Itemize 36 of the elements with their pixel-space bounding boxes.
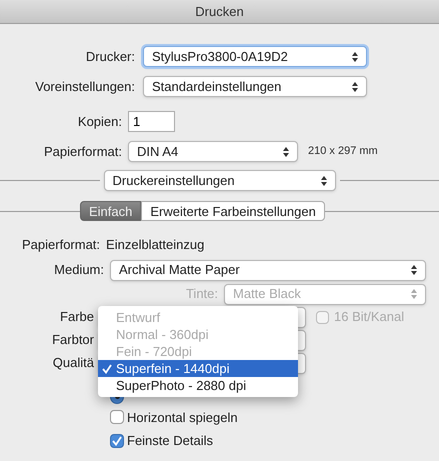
stepper-arrows-icon (352, 82, 358, 92)
field-label: Farbe (60, 308, 94, 326)
field-label: Kopien: (78, 112, 122, 131)
field-label: Papierformat: (44, 142, 122, 161)
popup-button[interactable]: StylusPro3800-0A19D2 (143, 46, 367, 67)
checkbox[interactable] (110, 410, 124, 424)
copies-field[interactable]: 1 (128, 111, 175, 132)
popup-button[interactable]: Archival Matte Paper (110, 260, 426, 280)
field-label: Drucker: (86, 48, 135, 66)
stepper-arrows-icon (283, 146, 289, 156)
field-label: Qualitä (52, 354, 94, 372)
checkbox-label: 16 Bit/Kanal (334, 308, 404, 326)
field-label: Voreinstellungen: (35, 78, 135, 96)
checkbox[interactable] (110, 434, 124, 448)
checkbox-label: Horizontal spiegeln (127, 408, 238, 427)
field-label: Tinte: (186, 285, 218, 304)
paper-size-text: 210 x 297 mm (308, 144, 378, 160)
stepper-arrows-icon (320, 176, 326, 186)
stepper-arrows-icon (411, 289, 417, 299)
checkmark-icon (102, 364, 112, 374)
menu-item[interactable]: Superfein - 1440dpi (98, 360, 298, 377)
popup-button[interactable]: Druckereinstellungen (104, 170, 336, 191)
stepper-arrows-icon (352, 52, 358, 62)
window-title: Drucken (195, 2, 244, 21)
tab[interactable]: Einfach (80, 201, 142, 221)
field-label: Farbtor (52, 331, 94, 350)
field-label: Papierformat: (22, 236, 100, 254)
checkmark-icon (112, 436, 122, 446)
checkbox-label: Feinste Details (127, 432, 213, 450)
field-label: Medium: (54, 261, 104, 280)
tab[interactable]: Erweiterte Farbeinstellungen (141, 201, 325, 221)
popup-button[interactable]: DIN A4 (128, 141, 298, 162)
popup-button[interactable]: Standardeinstellungen (143, 76, 367, 97)
menu-item[interactable]: SuperPhoto - 2880 dpi (98, 377, 298, 394)
paper-source-text: Einzelblatteinzug (106, 236, 204, 254)
stepper-arrows-icon (411, 265, 417, 275)
